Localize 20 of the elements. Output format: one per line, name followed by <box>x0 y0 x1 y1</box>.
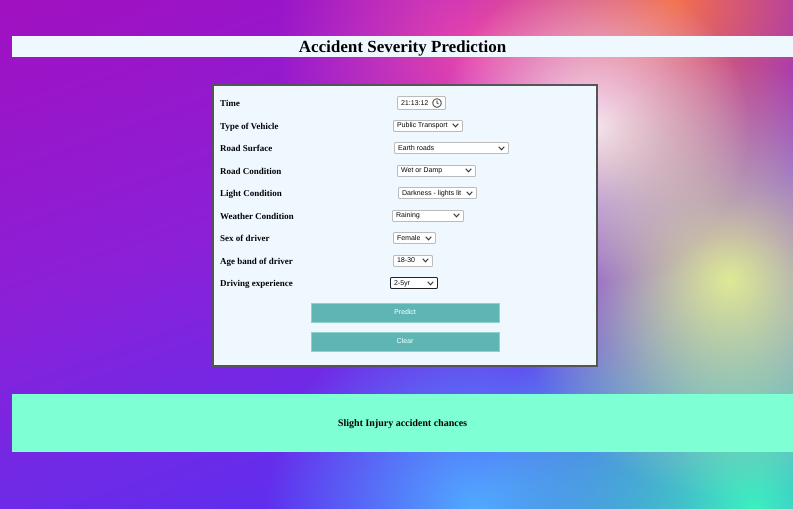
field-label: Light Condition <box>220 188 283 198</box>
result-text: Slight Injury accident chances <box>338 418 468 428</box>
chevron-icon <box>465 168 472 174</box>
field-label: Driving experience <box>220 278 294 288</box>
chevron-icon <box>453 213 460 218</box>
chevron-icon <box>427 280 434 286</box>
clock-icon <box>432 98 442 108</box>
page-title: Accident Severity Prediction <box>298 36 506 56</box>
field-label: Road Condition <box>220 166 282 176</box>
field-label: Time <box>220 98 241 108</box>
chevron-icon <box>466 190 473 196</box>
field-label: Sex of driver <box>220 233 270 244</box>
field-label: Weather Condition <box>220 210 295 221</box>
chevron-icon <box>452 123 459 128</box>
chevron-icon <box>498 146 505 151</box>
chevron-icon <box>425 236 432 241</box>
field-label: Age band of driver <box>220 256 294 266</box>
chevron-icon <box>422 258 429 264</box>
field-label: Type of Vehicle <box>220 120 280 131</box>
field-label: Road Surface <box>220 143 274 154</box>
